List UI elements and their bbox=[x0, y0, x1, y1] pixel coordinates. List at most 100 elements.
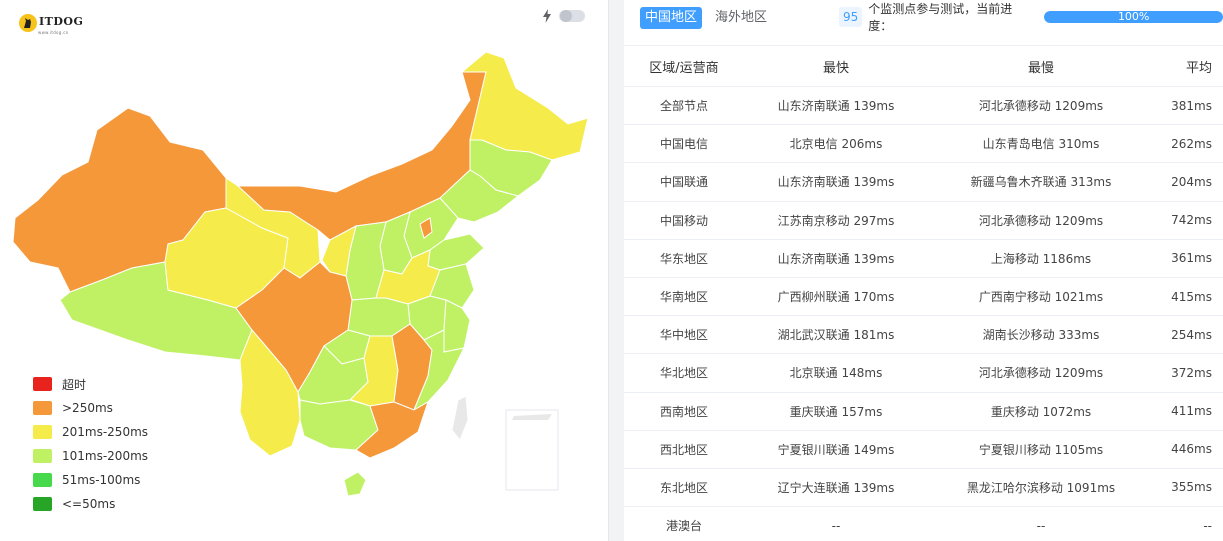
table-row[interactable]: 全部节点 山东济南联通 139ms 河北承德移动 1209ms 381ms bbox=[624, 86, 1223, 126]
cell-fastest: 山东济南联通 139ms bbox=[744, 86, 928, 126]
cell-fastest: 广西柳州联通 170ms bbox=[744, 277, 928, 317]
table-row[interactable]: 华中地区 湖北武汉联通 181ms 湖南长沙移动 333ms 254ms bbox=[624, 315, 1223, 355]
table-row[interactable]: 中国电信 北京电信 206ms 山东青岛电信 310ms 262ms bbox=[624, 124, 1223, 164]
table-row[interactable]: 华东地区 山东济南联通 139ms 上海移动 1186ms 361ms bbox=[624, 239, 1223, 278]
legend-swatch bbox=[33, 497, 52, 511]
table-row[interactable]: 港澳台 -- -- -- bbox=[624, 506, 1223, 541]
legend-label: 51ms-100ms bbox=[62, 473, 141, 487]
cell-average: 446ms bbox=[1154, 430, 1223, 469]
legend-item[interactable]: 201ms-250ms bbox=[33, 420, 148, 444]
cell-slowest: 河北承德移动 1209ms bbox=[928, 86, 1154, 126]
cell-fastest: 重庆联通 157ms bbox=[744, 392, 928, 431]
province-taiwan[interactable] bbox=[451, 395, 469, 441]
cell-slowest: 重庆移动 1072ms bbox=[928, 392, 1154, 431]
table-row[interactable]: 中国联通 山东济南联通 139ms 新疆乌鲁木齐联通 313ms 204ms bbox=[624, 162, 1223, 202]
cell-slowest: -- bbox=[928, 506, 1154, 541]
toggle-knob bbox=[560, 10, 572, 22]
cell-slowest: 上海移动 1186ms bbox=[928, 239, 1154, 278]
cell-average: 415ms bbox=[1154, 277, 1223, 317]
legend-item[interactable]: >250ms bbox=[33, 396, 148, 420]
header-average[interactable]: 平均 bbox=[1154, 45, 1223, 87]
cell-fastest: 湖北武汉联通 181ms bbox=[744, 315, 928, 355]
theme-toggle[interactable] bbox=[543, 9, 585, 23]
map-panel: ITDOG www.itdog.cn 超时 >250ms 201ms-250ms… bbox=[0, 0, 608, 541]
cell-average: 355ms bbox=[1154, 468, 1223, 508]
table-row[interactable]: 华北地区 北京联通 148ms 河北承德移动 1209ms 372ms bbox=[624, 353, 1223, 393]
toggle-switch[interactable] bbox=[559, 10, 585, 22]
region-tabs: 中国地区 海外地区 bbox=[640, 7, 780, 29]
header-slowest[interactable]: 最慢 bbox=[928, 45, 1154, 87]
cell-fastest: 宁夏银川联通 149ms bbox=[744, 430, 928, 469]
cell-slowest: 广西南宁移动 1021ms bbox=[928, 277, 1154, 317]
legend-swatch bbox=[33, 377, 52, 391]
dog-logo-icon bbox=[19, 13, 37, 32]
cell-fastest: 辽宁大连联通 139ms bbox=[744, 468, 928, 508]
legend-swatch bbox=[33, 425, 52, 439]
logo-text: ITDOG bbox=[39, 15, 84, 28]
cell-slowest: 湖南长沙移动 333ms bbox=[928, 315, 1154, 355]
province-hainan[interactable] bbox=[343, 471, 367, 497]
cell-average: 381ms bbox=[1154, 86, 1223, 126]
progress-info: 95 个监测点参与测试，当前进度： 100% bbox=[839, 2, 1223, 33]
cell-fastest: 江苏南京移动 297ms bbox=[744, 201, 928, 240]
legend-label: 201ms-250ms bbox=[62, 425, 149, 439]
progress-text: 个监测点参与测试，当前进度： bbox=[868, 2, 1013, 33]
cell-fastest: -- bbox=[744, 506, 928, 541]
table-row[interactable]: 东北地区 辽宁大连联通 139ms 黑龙江哈尔滨移动 1091ms 355ms bbox=[624, 468, 1223, 508]
tab-china[interactable]: 中国地区 bbox=[640, 7, 703, 29]
cell-fastest: 山东济南联通 139ms bbox=[744, 162, 928, 202]
cell-average: 254ms bbox=[1154, 315, 1223, 355]
cell-region: 华东地区 bbox=[624, 239, 744, 278]
legend-item[interactable]: 101ms-200ms bbox=[33, 444, 148, 468]
cell-average: 372ms bbox=[1154, 353, 1223, 393]
legend-item[interactable]: <=50ms bbox=[33, 492, 148, 516]
legend-item[interactable]: 超时 bbox=[33, 372, 148, 396]
node-count-badge: 95 bbox=[839, 7, 863, 27]
table-header-row: 区域/运营商 最快 最慢 平均 bbox=[624, 45, 1223, 87]
cell-region: 东北地区 bbox=[624, 468, 744, 508]
results-table-body: 全部节点 山东济南联通 139ms 河北承德移动 1209ms 381ms 中国电信 北京… bbox=[624, 86, 1223, 541]
progress-bar: 100% bbox=[1043, 11, 1223, 23]
south-sea-islands bbox=[512, 414, 552, 420]
table-row[interactable]: 西北地区 宁夏银川联通 149ms 宁夏银川移动 1105ms 446ms bbox=[624, 430, 1223, 469]
itdog-logo[interactable]: ITDOG www.itdog.cn bbox=[18, 10, 83, 35]
legend-item[interactable]: 51ms-100ms bbox=[33, 468, 148, 492]
cell-average: 742ms bbox=[1154, 201, 1223, 240]
legend-label: 超时 bbox=[62, 377, 87, 392]
cell-region: 港澳台 bbox=[624, 506, 744, 541]
header-region[interactable]: 区域/运营商 bbox=[624, 45, 744, 87]
cell-slowest: 河北承德移动 1209ms bbox=[928, 353, 1154, 393]
cell-average: 361ms bbox=[1154, 239, 1223, 278]
cell-slowest: 宁夏银川移动 1105ms bbox=[928, 430, 1154, 469]
legend-swatch bbox=[33, 473, 52, 487]
cell-average: 262ms bbox=[1154, 124, 1223, 164]
cell-slowest: 山东青岛电信 310ms bbox=[928, 124, 1154, 164]
table-row[interactable]: 华南地区 广西柳州联通 170ms 广西南宁移动 1021ms 415ms bbox=[624, 277, 1223, 317]
header-fastest[interactable]: 最快 bbox=[744, 45, 928, 87]
progress-label: 100% bbox=[1117, 11, 1150, 23]
cell-slowest: 黑龙江哈尔滨移动 1091ms bbox=[928, 468, 1154, 508]
table-row[interactable]: 西南地区 重庆联通 157ms 重庆移动 1072ms 411ms bbox=[624, 392, 1223, 431]
legend-swatch bbox=[33, 449, 52, 463]
legend-swatch bbox=[33, 401, 52, 415]
panel-divider[interactable] bbox=[608, 0, 624, 541]
legend-label: <=50ms bbox=[62, 497, 116, 511]
cell-region: 西北地区 bbox=[624, 430, 744, 469]
cell-average: 204ms bbox=[1154, 162, 1223, 202]
cell-fastest: 北京电信 206ms bbox=[744, 124, 928, 164]
map-legend: 超时 >250ms 201ms-250ms 101ms-200ms 51ms-100ms… bbox=[33, 372, 148, 516]
cell-region: 中国联通 bbox=[624, 162, 744, 202]
cell-region: 华南地区 bbox=[624, 277, 744, 317]
cell-region: 华北地区 bbox=[624, 353, 744, 393]
cell-region: 全部节点 bbox=[624, 86, 744, 126]
cell-region: 西南地区 bbox=[624, 392, 744, 431]
cell-slowest: 新疆乌鲁木齐联通 313ms bbox=[928, 162, 1154, 202]
tab-overseas[interactable]: 海外地区 bbox=[710, 7, 772, 29]
cell-average: -- bbox=[1154, 506, 1223, 541]
cell-fastest: 北京联通 148ms bbox=[744, 353, 928, 393]
table-row[interactable]: 中国移动 江苏南京移动 297ms 河北承德移动 1209ms 742ms bbox=[624, 201, 1223, 240]
province-zhejiang[interactable] bbox=[443, 299, 471, 353]
legend-label: 101ms-200ms bbox=[62, 449, 149, 463]
logo-subtext: www.itdog.cn bbox=[38, 30, 69, 35]
south-china-sea-inset bbox=[505, 409, 559, 491]
